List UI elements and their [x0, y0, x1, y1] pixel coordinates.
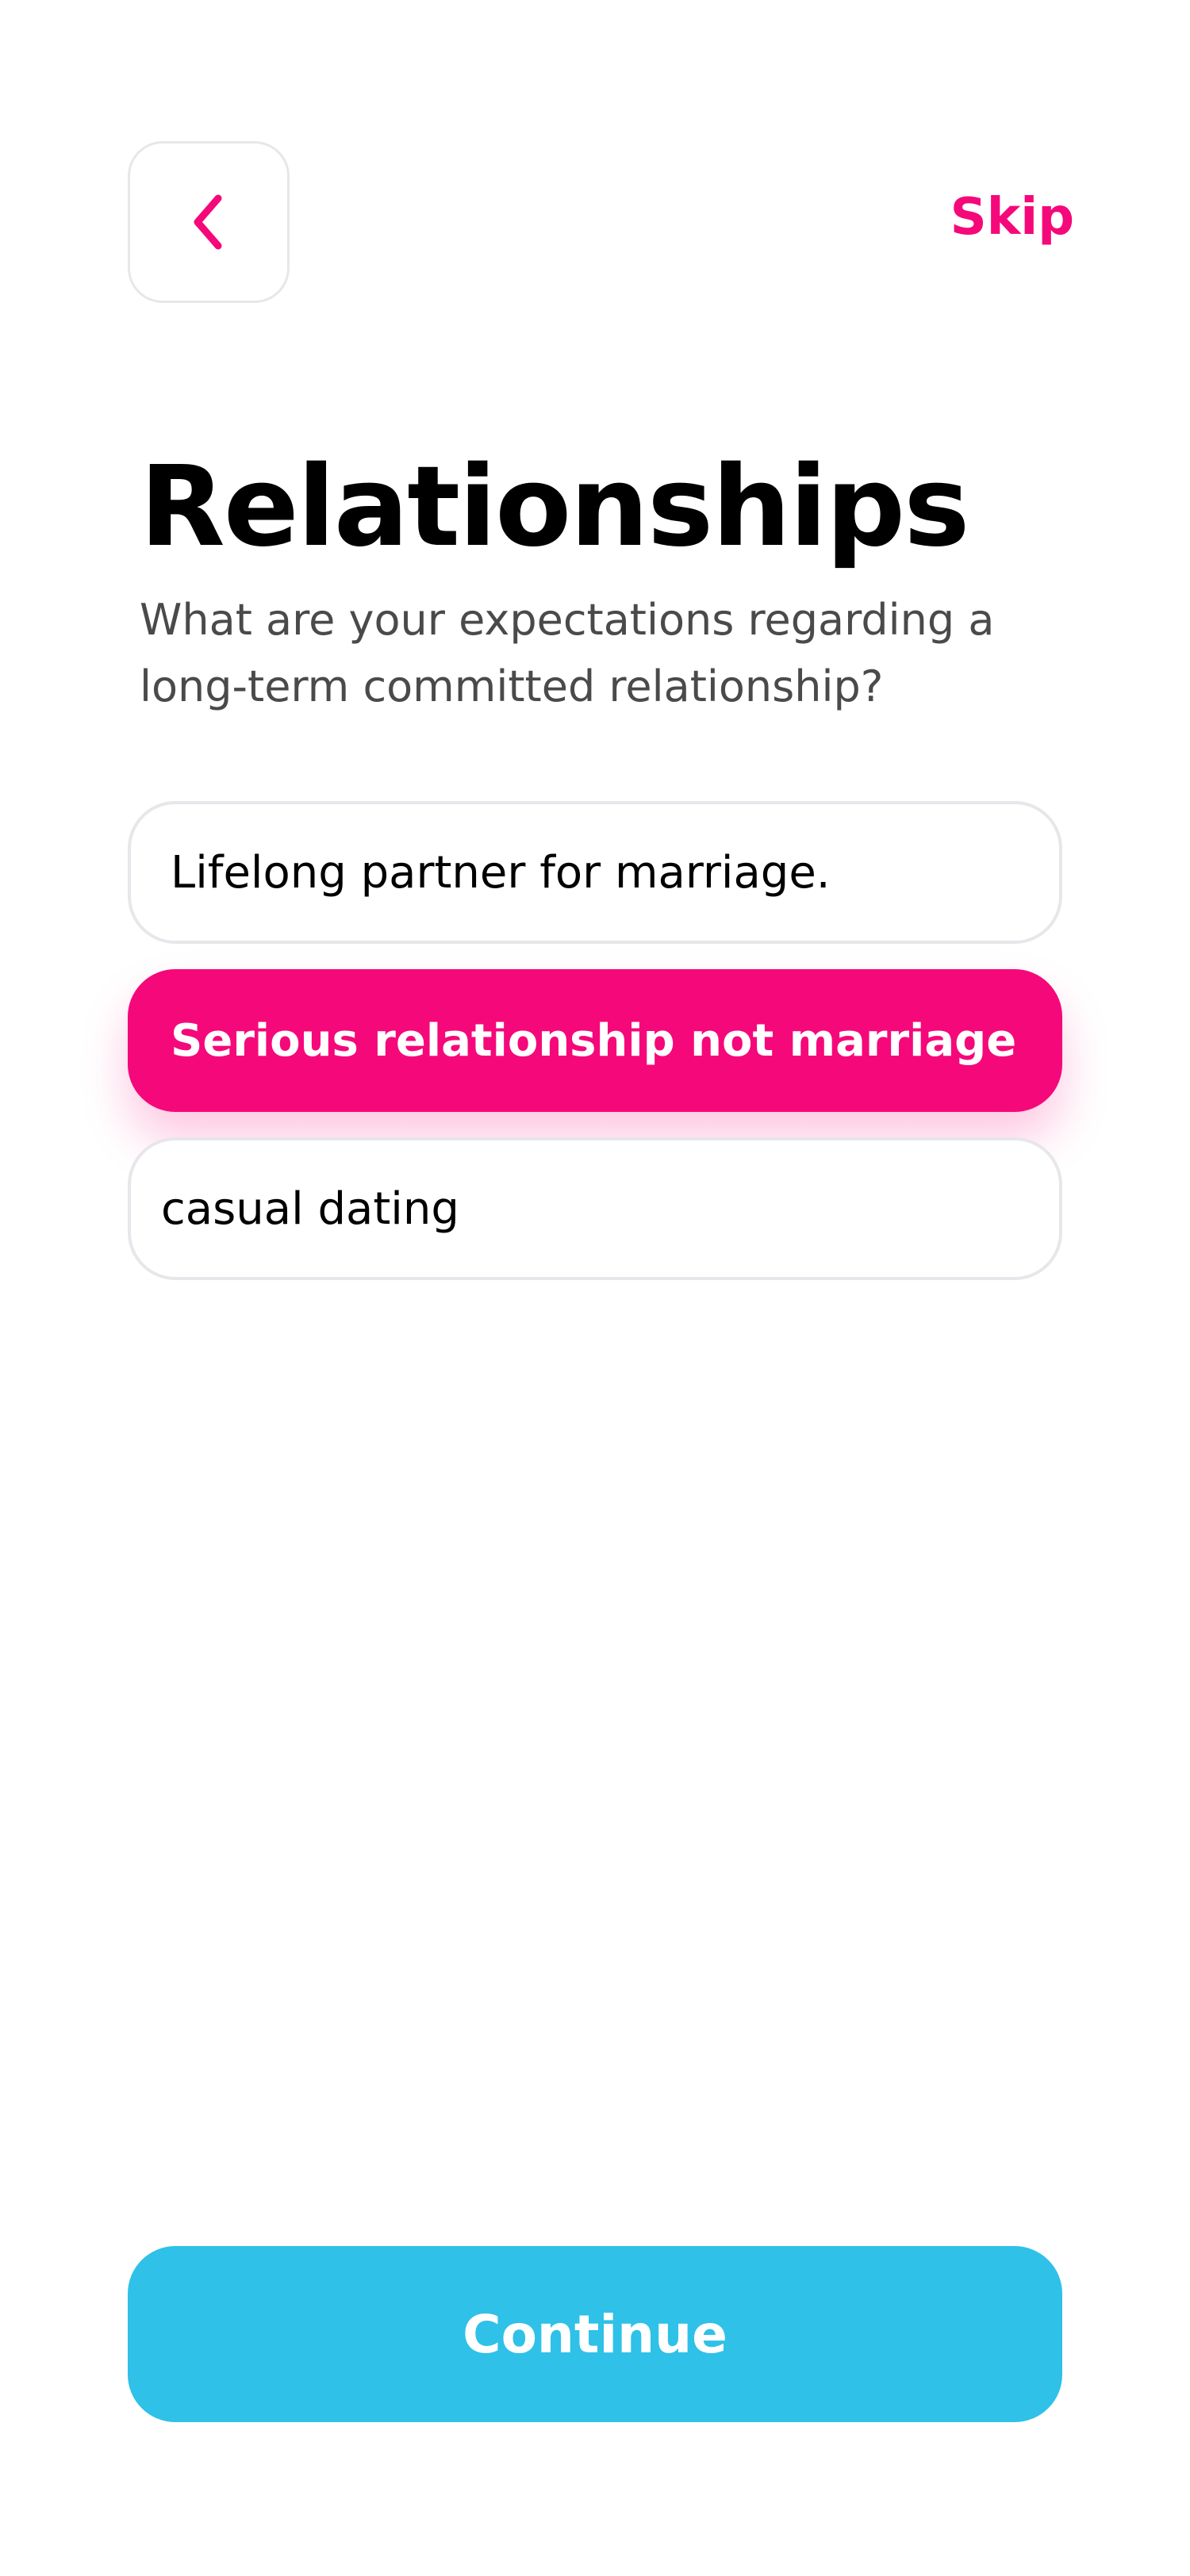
options-list: Lifelong partner for marriage. Serious r…	[128, 801, 1062, 1305]
chevron-left-icon	[185, 190, 232, 254]
continue-button[interactable]: Continue	[128, 2246, 1062, 2422]
option-lifelong-partner[interactable]: Lifelong partner for marriage.	[128, 801, 1062, 944]
option-label: casual dating	[161, 1183, 459, 1235]
option-label: Lifelong partner for marriage.	[171, 846, 831, 899]
option-casual-dating[interactable]: casual dating	[128, 1137, 1062, 1280]
option-serious-relationship[interactable]: Serious relationship not marriage	[128, 969, 1062, 1112]
skip-button[interactable]: Skip	[950, 184, 1074, 251]
back-button[interactable]	[128, 141, 290, 303]
option-label: Serious relationship not marriage	[171, 1014, 1017, 1067]
page-subtitle: What are your expectations regarding a l…	[140, 595, 995, 711]
page-title: Relationships	[140, 443, 970, 572]
